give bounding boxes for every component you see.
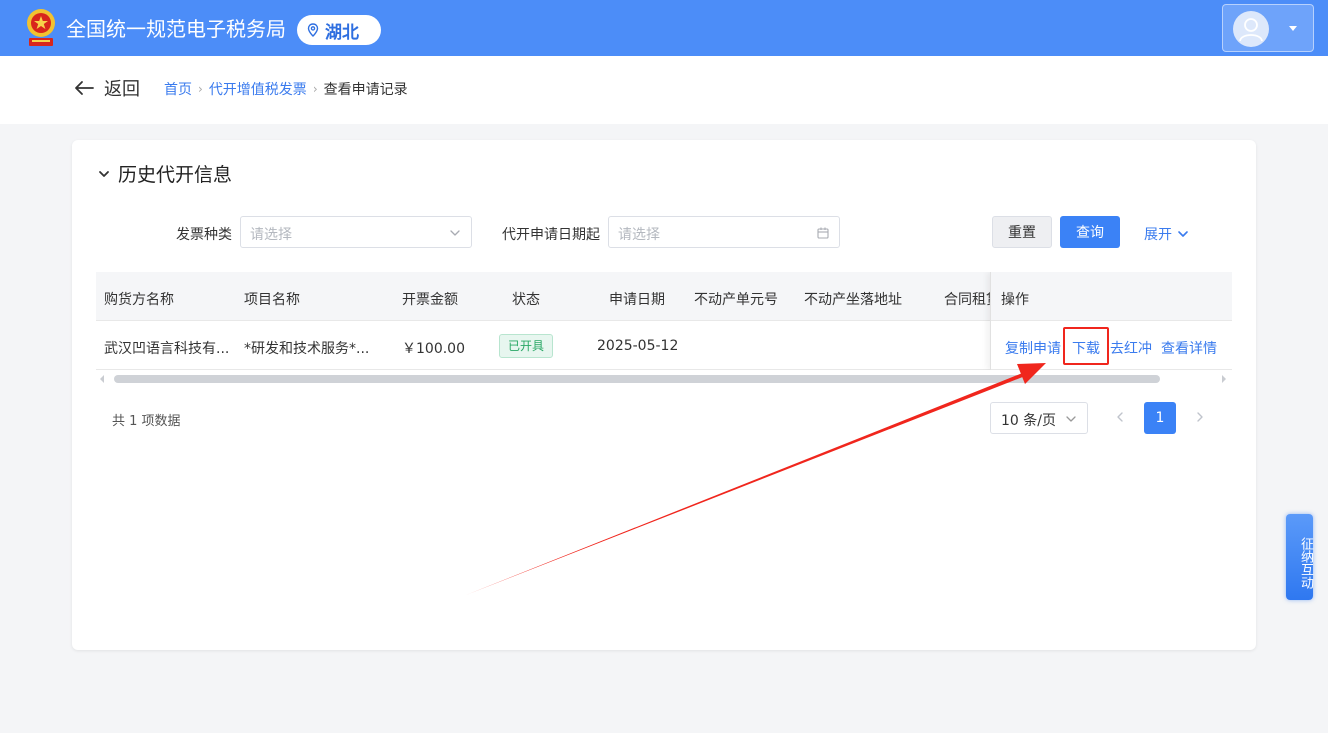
avatar (1233, 11, 1269, 47)
invoice-type-placeholder: 请选择 (250, 227, 292, 243)
date-start-picker[interactable]: 请选择 (608, 216, 840, 248)
top-header: 全国统一规范电子税务局 湖北 (0, 0, 1328, 56)
annotation-highlight-box (1063, 327, 1109, 365)
page-size-select[interactable]: 10 条/页 (990, 402, 1088, 434)
date-start-placeholder: 请选择 (618, 227, 660, 243)
breadcrumb: 首页 › 代开增值税发票 › 查看申请记录 (164, 79, 408, 99)
column-header: 申请日期 (609, 292, 665, 308)
history-table: 购货方名称 项目名称 开票金额 状态 申请日期 不动产单元号 不动产坐落地址 合… (96, 272, 1232, 370)
column-header: 开票金额 (402, 292, 458, 308)
cell-amount: ￥100.00 (402, 341, 465, 357)
copy-request-link[interactable]: 复制申请 (1005, 338, 1061, 358)
breadcrumb-vat-invoice[interactable]: 代开增值税发票 (209, 79, 307, 99)
actions-cell: 复制申请 下载 去红冲 查看详情 (991, 321, 1232, 370)
chevron-left-icon[interactable] (1114, 410, 1126, 424)
column-header: 操作 (1001, 292, 1029, 308)
cell-date: 2025-05-12 (597, 338, 679, 354)
scroll-left-icon[interactable] (100, 375, 104, 383)
breadcrumb-bar: 返回 首页 › 代开增值税发票 › 查看申请记录 (0, 56, 1328, 124)
history-card: 历史代开信息 发票种类 请选择 代开申请日期起 请选择 重置 查询 展开 购货方… (72, 140, 1256, 650)
user-icon (1239, 18, 1263, 42)
region-label: 湖北 (325, 22, 359, 43)
expand-filters-button[interactable]: 展开 (1144, 224, 1189, 244)
invoice-type-select[interactable]: 请选择 (240, 216, 472, 248)
breadcrumb-separator-icon: › (312, 82, 318, 96)
page-number-button[interactable]: 1 (1144, 402, 1176, 434)
chevron-down-icon (450, 230, 460, 236)
location-pin-icon (307, 23, 319, 37)
cell-buyer: 武汉凹语言科技有... (104, 341, 230, 357)
breadcrumb-home[interactable]: 首页 (164, 79, 192, 99)
column-header: 不动产坐落地址 (804, 292, 902, 308)
column-header: 项目名称 (244, 292, 300, 308)
chevron-down-icon (1289, 26, 1297, 31)
site-title: 全国统一规范电子税务局 (66, 17, 286, 41)
tax-emblem-icon (27, 9, 55, 46)
section-title: 历史代开信息 (118, 164, 233, 186)
arrow-left-icon (75, 81, 94, 95)
expand-label: 展开 (1144, 227, 1172, 243)
column-header: 购货方名称 (104, 292, 174, 308)
column-header: 不动产单元号 (694, 292, 778, 308)
invoice-type-label: 发票种类 (176, 227, 232, 243)
chevron-down-icon (1178, 231, 1188, 237)
scroll-right-icon[interactable] (1222, 375, 1226, 383)
view-details-link[interactable]: 查看详情 (1161, 338, 1217, 358)
user-menu[interactable] (1222, 4, 1314, 52)
calendar-icon (817, 227, 829, 239)
date-start-label: 代开申请日期起 (502, 227, 600, 243)
page-size-value: 10 条/页 (1001, 413, 1056, 429)
column-header: 状态 (512, 292, 540, 308)
chevron-down-icon (99, 170, 109, 177)
region-selector[interactable]: 湖北 (297, 15, 381, 45)
side-interaction-tab[interactable]: 征纳互动 (1286, 514, 1313, 600)
actions-header-cell: 操作 (991, 272, 1232, 321)
back-button[interactable]: 返回 (74, 75, 140, 101)
breadcrumb-current: 查看申请记录 (323, 82, 408, 98)
horizontal-scrollbar[interactable] (96, 374, 1232, 384)
chevron-down-icon (1066, 416, 1076, 422)
cell-item: *研发和技术服务*... (244, 341, 370, 357)
scrollbar-thumb[interactable] (114, 375, 1160, 383)
reset-button[interactable]: 重置 (992, 216, 1052, 248)
red-reversal-link[interactable]: 去红冲 (1110, 338, 1152, 358)
section-toggle[interactable]: 历史代开信息 (98, 160, 232, 187)
back-label: 返回 (104, 79, 140, 100)
status-badge: 已开具 (499, 334, 554, 358)
actions-column: 操作 复制申请 下载 去红冲 查看详情 (990, 272, 1232, 370)
chevron-right-icon[interactable] (1194, 410, 1206, 424)
query-button[interactable]: 查询 (1060, 216, 1120, 248)
total-count: 共 1 项数据 (112, 414, 181, 429)
breadcrumb-separator-icon: › (198, 82, 203, 96)
